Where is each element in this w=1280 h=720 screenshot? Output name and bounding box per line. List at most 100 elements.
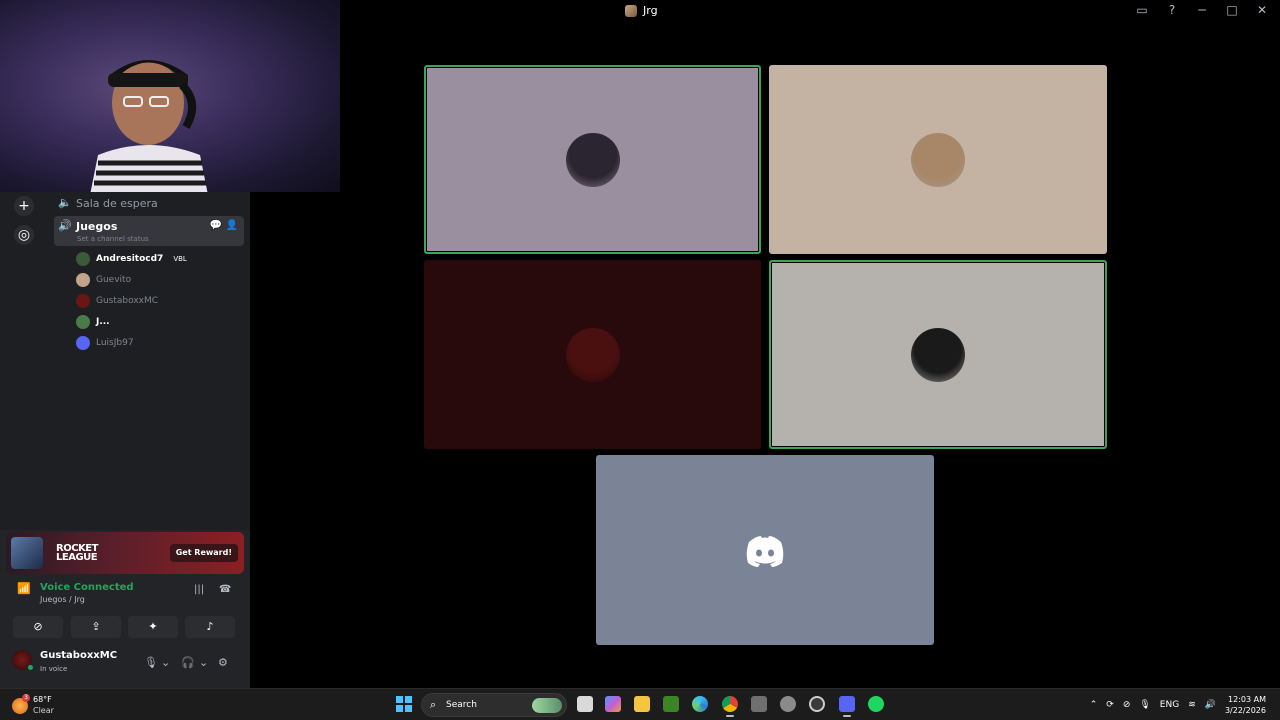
notifications-off-icon[interactable]: ⊘	[1123, 700, 1131, 710]
member-item[interactable]: Guevito	[76, 271, 131, 289]
search-icon: ⌕	[430, 698, 437, 711]
taskbar: 3 68°F Clear ⌕ Search ⌃ ⟳ ⊘ 🎙 ENG ≋ 🔊 12…	[0, 688, 1280, 720]
wifi-icon[interactable]: ≋	[1188, 700, 1196, 710]
start-button[interactable]	[396, 696, 412, 712]
user-status: In voice	[40, 665, 68, 673]
participant-tile[interactable]	[424, 65, 761, 254]
member-item[interactable]: GustaboxxMC	[76, 292, 158, 310]
activities-button[interactable]: ✦	[128, 616, 178, 638]
search-highlight-icon	[532, 698, 562, 713]
member-item[interactable]: Andresitocd7 VBL	[76, 250, 187, 268]
clock-date: 3/22/2026	[1224, 706, 1266, 715]
server-icon	[625, 4, 637, 17]
game-thumbnail	[11, 537, 43, 569]
clock[interactable]: 12:03 AM 3/22/2026	[1225, 694, 1266, 716]
steam-icon[interactable]	[809, 696, 825, 712]
streamer-webcam-image	[90, 60, 208, 192]
clock-time: 12:03 AM	[1228, 695, 1266, 704]
participant-tile[interactable]	[596, 455, 934, 645]
chevron-up-icon[interactable]: ⌃	[1090, 700, 1098, 710]
signal-icon[interactable]: 📶	[17, 582, 31, 595]
headphones-icon[interactable]: 🎧	[181, 656, 195, 669]
member-name: J...	[96, 317, 110, 327]
avatar	[76, 315, 90, 329]
mic-icon[interactable]: 🎙	[144, 656, 158, 669]
volume-icon[interactable]: 🔊	[1205, 700, 1216, 710]
window-title-text: Jrg	[643, 4, 658, 17]
add-server-icon[interactable]: +	[14, 196, 34, 216]
username[interactable]: GustaboxxMC	[40, 650, 117, 661]
avatar	[76, 294, 90, 308]
language-indicator[interactable]: ENG	[1160, 700, 1179, 710]
system-tray: ⌃ ⟳ ⊘ 🎙 ENG ≋ 🔊 12:03 AM 3/22/2026	[1090, 689, 1266, 720]
mic-tray-icon[interactable]: 🎙	[1139, 700, 1150, 710]
chat-icon[interactable]: 💬 👤	[210, 220, 238, 231]
title-bar: Jrg ▭ ? ─ □ ✕	[340, 0, 1280, 22]
promo-banner[interactable]: ROCKET LEAGUE Get Reward!	[6, 532, 244, 574]
disconnect-icon[interactable]: ☎	[219, 584, 231, 595]
weather-desc: Clear	[33, 706, 54, 715]
member-name: GustaboxxMC	[96, 296, 159, 306]
channel-sala-de-espera[interactable]: 🔈 Sala de espera	[54, 192, 244, 214]
mic-options-icon[interactable]: ⌄	[161, 656, 170, 669]
avatar	[76, 252, 90, 266]
discord-app: Jrg ▭ ? ─ □ ✕ + ◎ 🔈 Sala de espera 🔊 Jue…	[0, 0, 1280, 720]
task-view-icon[interactable]	[577, 696, 593, 712]
minecraft-icon[interactable]	[663, 696, 679, 712]
search-label: Search	[446, 700, 477, 710]
avatar	[565, 132, 620, 187]
settings-app-icon[interactable]	[780, 696, 796, 712]
help-icon[interactable]: ?	[1164, 3, 1180, 17]
game-logo: ROCKET LEAGUE	[56, 543, 98, 563]
file-explorer-icon[interactable]	[634, 696, 650, 712]
voice-status: Voice Connected	[40, 582, 134, 593]
weather-temp: 68°F	[33, 695, 52, 704]
webcam-overlay	[0, 0, 340, 192]
member-name: Andresitocd7	[96, 254, 164, 264]
status-dot	[27, 664, 34, 671]
member-item[interactable]: J...	[76, 313, 110, 331]
store-icon[interactable]	[751, 696, 767, 712]
voice-panel: 📶 Voice Connected Juegos / Jrg ||| ☎	[0, 576, 250, 604]
avatar	[565, 327, 620, 382]
settings-icon[interactable]: ⚙	[218, 656, 228, 669]
member-name: LuisJb97	[96, 338, 134, 348]
channel-status[interactable]: Set a channel status	[77, 235, 149, 243]
maximize-button[interactable]: □	[1224, 3, 1240, 17]
inbox-icon[interactable]: ▭	[1134, 3, 1150, 17]
channel-juegos[interactable]: 🔊 Juegos Set a channel status 💬 👤	[54, 216, 244, 246]
voice-path[interactable]: Juegos / Jrg	[40, 595, 85, 604]
explore-icon[interactable]: ◎	[14, 225, 34, 245]
headphones-options-icon[interactable]: ⌄	[199, 656, 208, 669]
participant-tile[interactable]	[424, 260, 761, 449]
avatar	[76, 273, 90, 287]
edge-icon[interactable]	[692, 696, 708, 712]
search-box[interactable]: ⌕ Search	[421, 693, 567, 717]
sidebar: + ◎ 🔈 Sala de espera 🔊 Juegos Set a chan…	[0, 192, 250, 688]
screen-share-button[interactable]: ⇪	[71, 616, 121, 638]
close-button[interactable]: ✕	[1254, 3, 1270, 17]
member-item[interactable]: LuisJb97	[76, 334, 134, 352]
discord-taskbar-icon[interactable]	[839, 696, 855, 717]
participant-tile[interactable]	[769, 260, 1107, 449]
sync-icon[interactable]: ⟳	[1106, 700, 1114, 710]
member-name: Guevito	[96, 275, 132, 285]
noise-suppression-icon[interactable]: |||	[194, 584, 204, 595]
avatar	[911, 132, 965, 187]
get-reward-button[interactable]: Get Reward!	[169, 544, 238, 562]
camera-off-button[interactable]: ⊘	[13, 616, 63, 638]
window-title: Jrg	[625, 4, 658, 17]
channel-list: 🔈 Sala de espera 🔊 Juegos Set a channel …	[50, 192, 250, 532]
spotify-icon[interactable]	[868, 696, 884, 712]
soundboard-button[interactable]: ♪	[185, 616, 235, 638]
weather-badge: 3	[22, 694, 30, 702]
avatar	[76, 336, 90, 350]
chrome-icon[interactable]	[722, 696, 738, 717]
user-area: ROCKET LEAGUE Get Reward! 📶 Voice Connec…	[0, 530, 250, 688]
minimize-button[interactable]: ─	[1194, 3, 1210, 17]
copilot-icon[interactable]	[605, 696, 621, 712]
speaker-icon: 🔊	[58, 219, 72, 232]
participant-tile[interactable]	[769, 65, 1107, 254]
user-panel: GustaboxxMC In voice 🎙 ⌄ 🎧 ⌄ ⚙	[0, 642, 250, 682]
speaker-icon: 🔈	[58, 196, 72, 209]
